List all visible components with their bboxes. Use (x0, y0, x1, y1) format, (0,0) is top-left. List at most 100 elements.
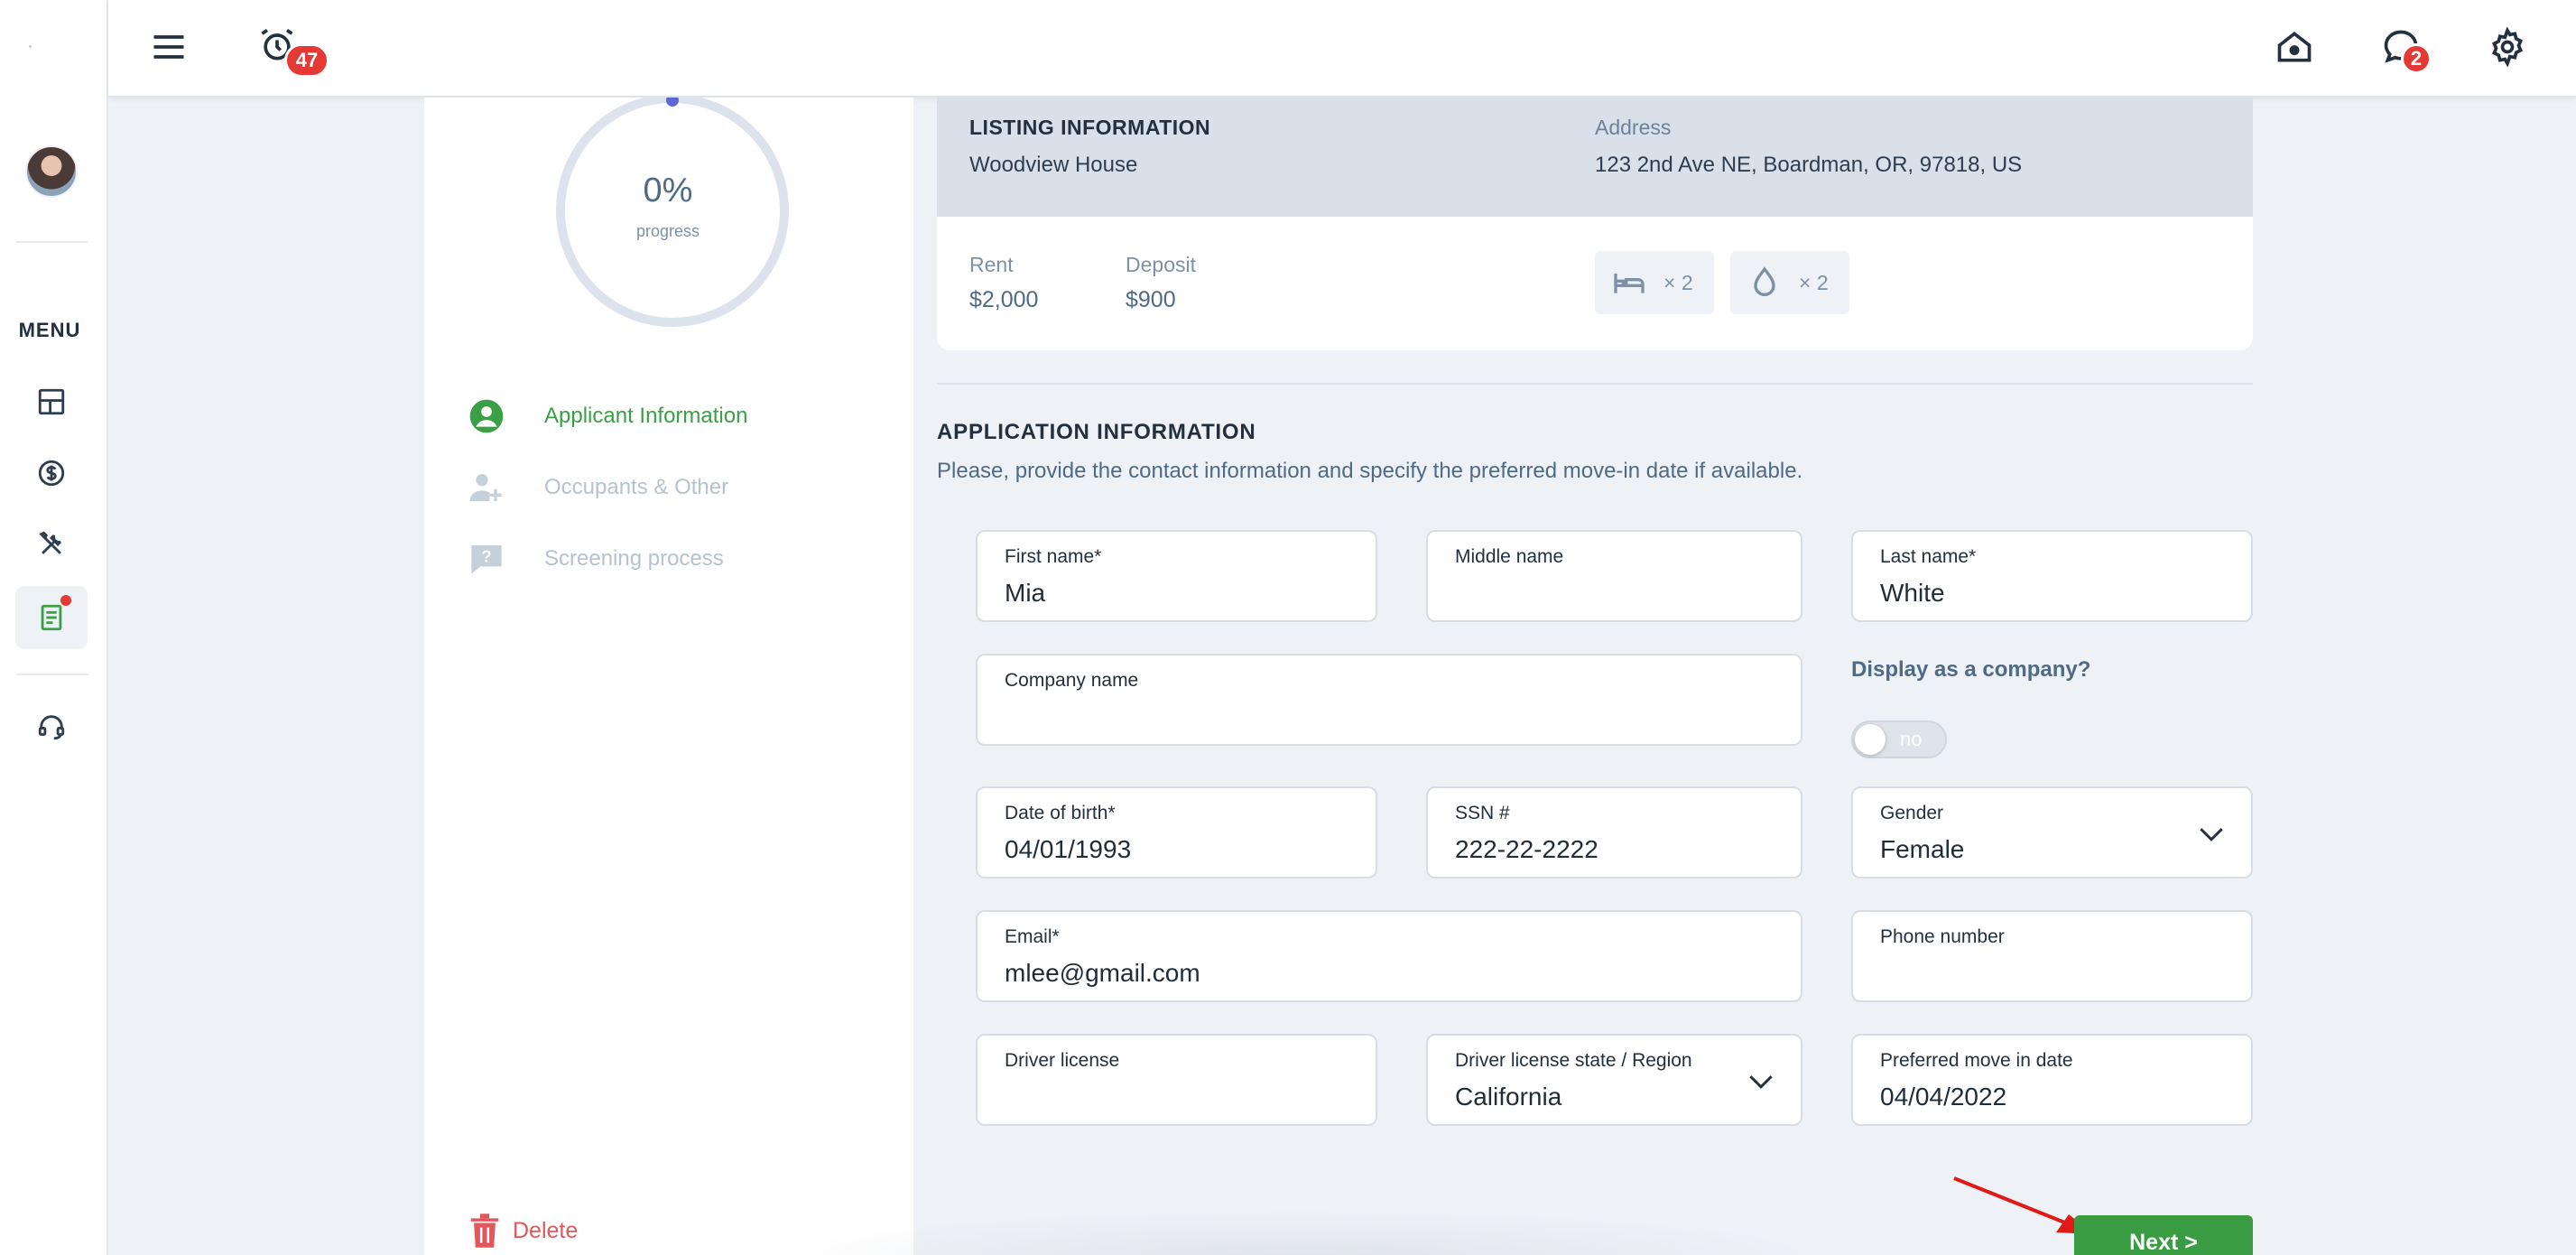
listing-address: 123 2nd Ave NE, Boardman, OR, 97818, US (1595, 153, 2023, 177)
messages-button[interactable]: 2 (2381, 27, 2432, 74)
bed-icon (1614, 274, 1645, 293)
progress-percent: 0% (643, 172, 693, 209)
notification-dot (60, 595, 71, 606)
field-label: Date of birth* (1005, 803, 1116, 823)
sidebar-divider (16, 241, 88, 243)
baths-chip: × 2 (1730, 251, 1849, 314)
field-label: First name* (1005, 546, 1102, 567)
water-drop-icon (1754, 266, 1775, 296)
application-section-description: Please, provide the contact information … (937, 459, 1803, 483)
svg-text:?: ? (481, 546, 491, 565)
hamburger-menu-button[interactable] (149, 27, 189, 67)
next-button[interactable]: Next > (2074, 1215, 2253, 1255)
display-as-company-toggle[interactable]: no (1851, 720, 1947, 758)
logo-placeholder (29, 45, 32, 48)
step-applicant-information[interactable]: Applicant Information (465, 395, 747, 438)
display-as-company-label: Display as a company? (1851, 657, 2091, 682)
field-value: 222-22-2222 (1455, 835, 1598, 863)
last-name-field[interactable]: Last name* White (1851, 530, 2253, 622)
first-name-field[interactable]: First name* Mia (976, 530, 1377, 622)
listing-details: Rent $2,000 Deposit $900 × 2 × 2 (937, 217, 2253, 350)
document-icon (41, 604, 62, 631)
preferred-move-in-date-field[interactable]: Preferred move in date 04/04/2022 (1851, 1034, 2253, 1126)
progress-label: progress (635, 222, 700, 240)
rent-label: Rent (969, 253, 1014, 276)
notifications-count-badge: 47 (284, 43, 329, 78)
messages-count-badge: 2 (2401, 43, 2432, 74)
headset-icon (38, 715, 65, 740)
application-section-title: APPLICATION INFORMATION (937, 420, 1256, 444)
tools-icon (39, 531, 61, 554)
field-label: Driver license (1005, 1050, 1120, 1071)
driver-license-state-select[interactable]: Driver license state / Region California (1426, 1034, 1802, 1126)
beds-count: × 2 (1663, 270, 1693, 294)
sidebar-item-maintenance[interactable] (15, 513, 88, 576)
field-value: Mia (1005, 579, 1046, 607)
baths-count: × 2 (1799, 270, 1829, 294)
field-label: Driver license state / Region (1455, 1050, 1692, 1071)
field-value: 04/04/2022 (1880, 1083, 2007, 1111)
delete-label: Delete (513, 1217, 579, 1243)
field-label: Gender (1880, 803, 1944, 823)
step-occupants-other[interactable]: Occupants & Other (465, 466, 728, 509)
section-divider (937, 383, 2253, 385)
sidebar-item-applications[interactable] (15, 586, 88, 649)
bottom-shadow (776, 1210, 1823, 1255)
field-label: Email* (1005, 926, 1060, 947)
field-value: mlee@gmail.com (1005, 959, 1200, 987)
step-screening-process[interactable]: ? Screening process (465, 537, 724, 581)
trash-icon (470, 1213, 499, 1248)
home-button[interactable] (2275, 27, 2314, 67)
field-label: Preferred move in date (1880, 1050, 2073, 1071)
step-label: Screening process (544, 546, 724, 571)
avatar[interactable] (25, 145, 78, 198)
address-label: Address (1595, 116, 1672, 139)
step-label: Applicant Information (544, 404, 748, 428)
deposit-label: Deposit (1126, 253, 1196, 276)
user-circle-icon (465, 395, 508, 438)
driver-license-field[interactable]: Driver license (976, 1034, 1377, 1126)
sidebar-item-payments[interactable] (15, 442, 88, 505)
gender-select[interactable]: Gender Female (1851, 786, 2253, 878)
company-name-field[interactable]: Company name (976, 654, 1802, 746)
toggle-knob (1855, 724, 1886, 755)
alarm-button[interactable]: 47 (257, 25, 329, 78)
field-label: SSN # (1455, 803, 1510, 823)
progress-ring (556, 98, 789, 327)
ssn-field[interactable]: SSN # 222-22-2222 (1426, 786, 1802, 878)
middle-name-field[interactable]: Middle name (1426, 530, 1802, 622)
top-bar: 47 2 (108, 0, 2576, 98)
gear-icon (2491, 27, 2524, 67)
sidebar-item-support[interactable] (15, 695, 88, 758)
sidebar-divider (16, 674, 88, 675)
field-value: 04/01/1993 (1005, 835, 1132, 863)
listing-name: Woodview House (969, 153, 1138, 177)
email-field[interactable]: Email* mlee@gmail.com (976, 910, 1802, 1002)
listing-information-header: LISTING INFORMATION Woodview House Addre… (937, 98, 2253, 217)
listing-title: LISTING INFORMATION (969, 116, 1211, 139)
field-value: Female (1880, 835, 1965, 863)
question-bubble-icon: ? (465, 537, 508, 581)
home-alert-icon (2277, 32, 2312, 62)
field-label: Phone number (1880, 926, 2005, 947)
step-label: Occupants & Other (544, 475, 729, 499)
toggle-state-label: no (1900, 728, 1923, 750)
field-label: Last name* (1880, 546, 1977, 567)
settings-button[interactable] (2488, 27, 2527, 67)
chevron-down-icon (1749, 1075, 1773, 1089)
sidebar-item-dashboard[interactable] (15, 370, 88, 433)
dollar-circle-icon (38, 460, 65, 487)
phone-number-field[interactable]: Phone number (1851, 910, 2253, 1002)
application-steps-panel: 0% progress Applicant Information Occupa… (424, 98, 913, 1255)
field-label: Company name (1005, 670, 1139, 691)
delete-button[interactable]: Delete (469, 1213, 578, 1248)
field-value: White (1880, 579, 1945, 607)
beds-chip: × 2 (1595, 251, 1714, 314)
date-of-birth-field[interactable]: Date of birth* 04/01/1993 (976, 786, 1377, 878)
field-value: California (1455, 1083, 1562, 1111)
rent-value: $2,000 (969, 287, 1039, 312)
add-user-icon (465, 466, 508, 509)
dashboard-icon (38, 388, 65, 415)
menu-label: MENU (18, 319, 81, 341)
hamburger-icon (153, 35, 184, 59)
